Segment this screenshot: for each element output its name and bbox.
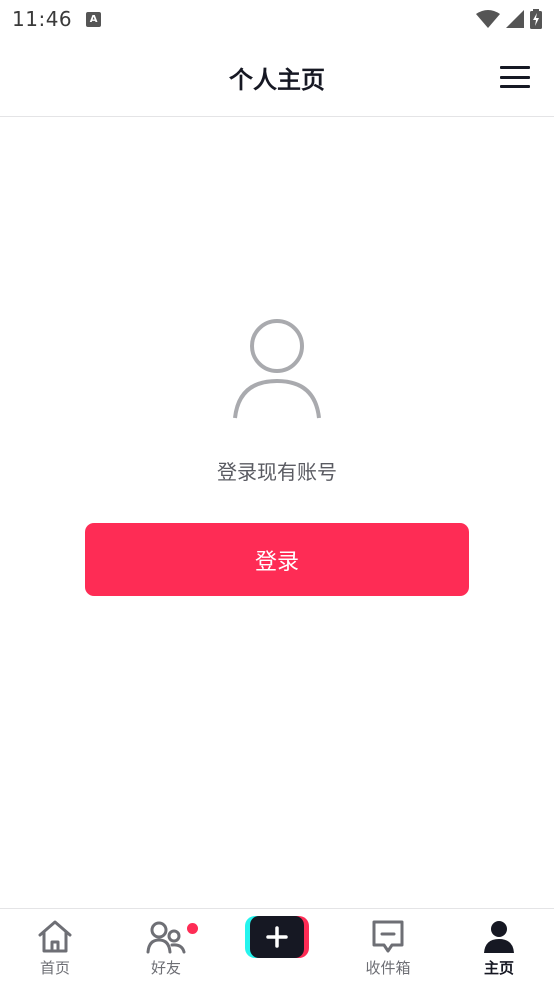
tab-icon-wrap: [146, 919, 198, 955]
login-button[interactable]: 登录: [85, 523, 469, 596]
user-placeholder-icon: [233, 319, 321, 419]
tab-friends[interactable]: 好友: [111, 909, 221, 984]
tab-label: 主页: [483, 959, 514, 977]
login-prompt: 登录现有账号: [217, 460, 337, 484]
home-icon: [38, 920, 72, 953]
page-title: 个人主页: [229, 65, 325, 94]
tab-label: 好友: [150, 959, 181, 977]
header: 个人主页: [0, 38, 554, 117]
status-time: 11:46: [12, 7, 73, 31]
friends-icon: [146, 921, 186, 954]
tab-inbox[interactable]: 收件箱: [333, 909, 443, 984]
profile-icon: [484, 921, 514, 953]
tab-profile[interactable]: 主页: [444, 909, 554, 984]
plus-icon: [266, 926, 288, 948]
menu-line: [500, 75, 530, 79]
tab-icon-wrap: [483, 919, 515, 955]
tab-icon-wrap: [37, 919, 73, 955]
friends-badge-dot: [187, 923, 198, 934]
tab-icon-wrap: [371, 919, 405, 955]
tab-home[interactable]: 首页: [0, 909, 110, 984]
battery-charging-icon: [530, 9, 542, 29]
tab-label: 首页: [39, 959, 70, 977]
create-button-face: [250, 916, 304, 958]
notification-app-icon: A: [86, 11, 102, 27]
tab-label: 收件箱: [365, 959, 411, 977]
status-right: [476, 9, 542, 29]
create-button[interactable]: [245, 916, 309, 958]
status-bar: 11:46 A: [0, 0, 554, 38]
menu-line: [500, 85, 530, 88]
inbox-icon: [372, 920, 404, 953]
status-left: 11:46 A: [12, 7, 102, 31]
signal-icon: [506, 10, 524, 28]
hamburger-menu-icon[interactable]: [498, 62, 532, 92]
wifi-icon: [476, 10, 500, 28]
menu-line: [500, 66, 530, 69]
